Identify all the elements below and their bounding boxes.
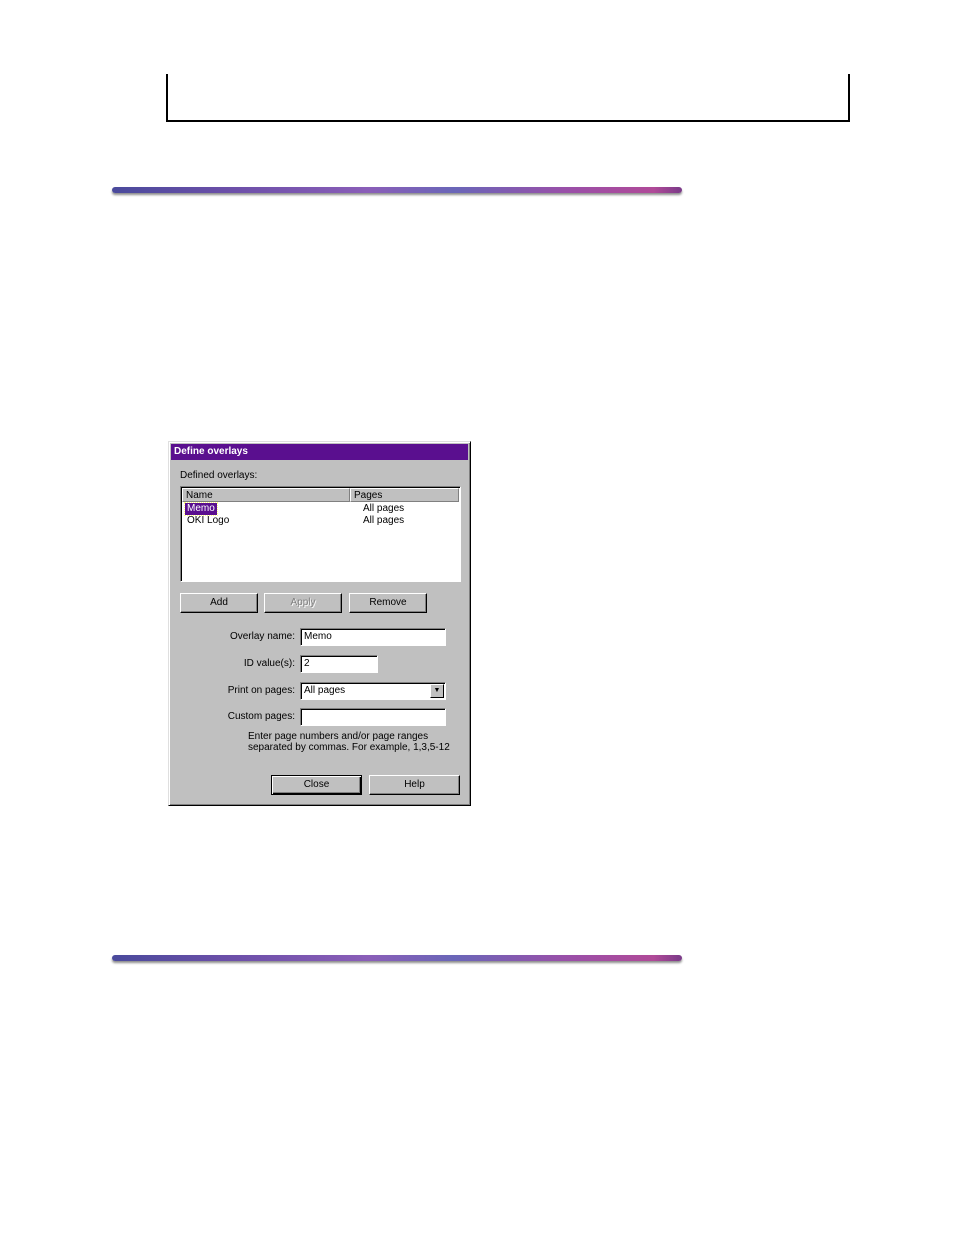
id-values-input[interactable]: 2 (300, 655, 378, 673)
section-divider-bottom (112, 955, 682, 961)
list-item-name: Memo (184, 502, 218, 516)
apply-button[interactable]: Apply (264, 593, 342, 613)
overlay-name-input[interactable]: Memo (300, 628, 446, 646)
page-header-box (166, 74, 850, 122)
custom-pages-label: Custom pages: (227, 711, 295, 722)
id-values-label: ID value(s): (243, 658, 295, 669)
overlay-name-label: Overlay name: (229, 631, 295, 642)
close-button[interactable]: Close (271, 775, 362, 795)
add-button[interactable]: Add (180, 593, 258, 613)
list-item[interactable]: Memo All pages (183, 502, 458, 516)
custom-pages-input[interactable] (300, 708, 446, 726)
define-overlays-dialog: Define overlays Defined overlays: Name P… (168, 441, 471, 806)
defined-overlays-label: Defined overlays: (180, 470, 258, 481)
print-on-pages-label: Print on pages: (227, 685, 295, 696)
overlays-list[interactable]: Name Pages Memo All pages OKI Logo All p… (180, 486, 461, 582)
chevron-down-icon[interactable]: ▼ (430, 684, 444, 698)
column-header-pages[interactable]: Pages (350, 488, 459, 502)
print-on-pages-value: All pages (304, 685, 346, 696)
list-header: Name Pages (182, 488, 459, 502)
list-item-pages: All pages (363, 503, 405, 514)
list-item[interactable]: OKI Logo All pages (183, 515, 458, 527)
column-header-name[interactable]: Name (182, 488, 350, 502)
print-on-pages-select[interactable]: All pages ▼ (300, 682, 446, 700)
list-item-pages: All pages (363, 515, 405, 526)
section-divider-top (112, 187, 682, 193)
dialog-title[interactable]: Define overlays (171, 444, 468, 460)
remove-button[interactable]: Remove (349, 593, 427, 613)
help-button[interactable]: Help (369, 775, 460, 795)
custom-pages-hint: Enter page numbers and/or page ranges se… (248, 731, 450, 753)
list-item-name: OKI Logo (187, 515, 230, 526)
